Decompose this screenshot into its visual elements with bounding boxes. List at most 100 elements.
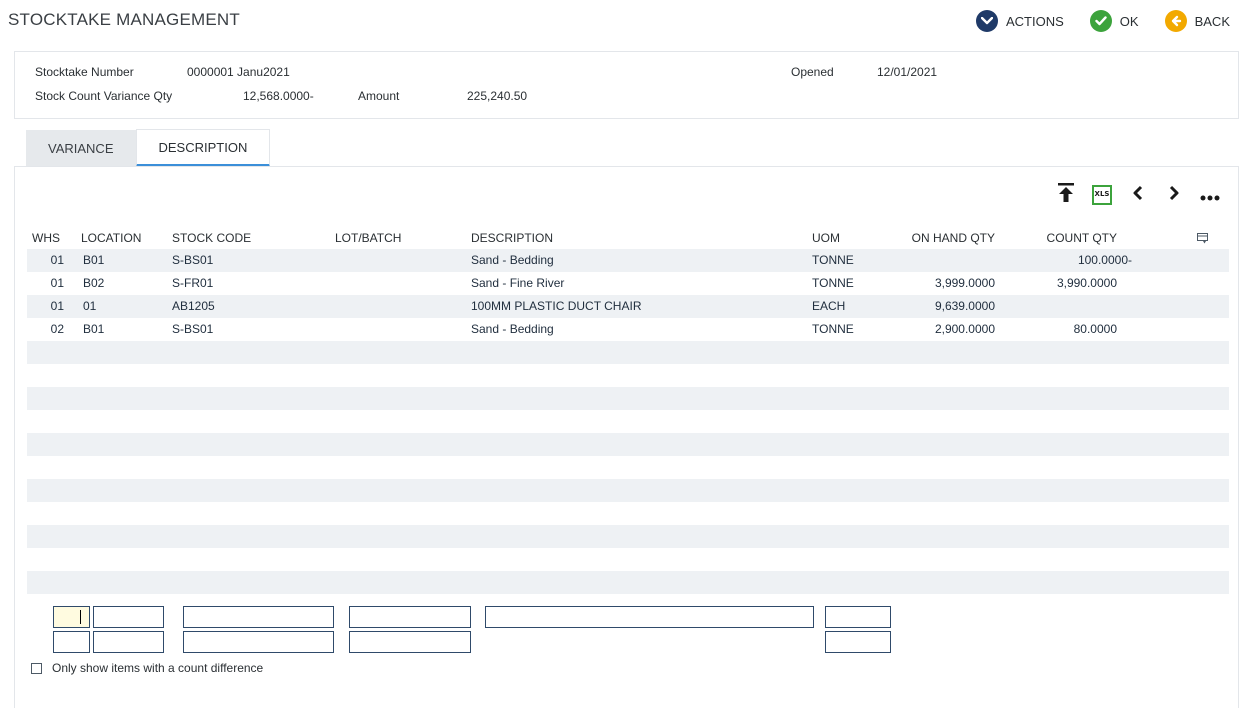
tab-bar: VARIANCE DESCRIPTION <box>26 128 271 167</box>
empty-row <box>27 410 1229 433</box>
cell-count-qty: 80.0000 <box>1073 322 1117 336</box>
ok-label: OK <box>1119 13 1139 29</box>
stocktake-number-value: 0000001 Janu2021 <box>187 65 290 79</box>
stocktake-number-label: Stocktake Number <box>35 65 134 79</box>
col-header-location[interactable]: LOCATION <box>81 231 141 245</box>
variance-qty-value: 12,568.0000- <box>243 89 314 103</box>
cell-location: 01 <box>83 299 97 313</box>
col-header-on-hand-qty[interactable]: ON HAND QTY <box>885 231 995 245</box>
table-row[interactable]: 01 01 AB1205 100MM PLASTIC DUCT CHAIR EA… <box>27 295 1229 318</box>
filter-uom-to-input[interactable] <box>825 631 891 653</box>
filter-stock-code-input[interactable] <box>183 606 334 628</box>
empty-row <box>27 548 1229 571</box>
col-header-whs[interactable]: WHS <box>32 231 64 245</box>
cell-uom: TONNE <box>812 276 854 290</box>
count-difference-checkbox[interactable] <box>31 662 42 674</box>
col-header-uom[interactable]: UOM <box>812 231 840 245</box>
back-label: BACK <box>1194 13 1230 29</box>
table-row[interactable]: 01 B02 S-FR01 Sand - Fine River TONNE 3,… <box>27 272 1229 295</box>
tab-variance[interactable]: VARIANCE <box>26 130 136 167</box>
cell-on-hand-qty: 9,639.0000 <box>934 299 995 313</box>
grid-toolbar: XLS <box>1048 181 1228 209</box>
empty-row <box>27 456 1229 479</box>
empty-row <box>27 433 1229 456</box>
empty-row <box>27 387 1229 410</box>
cell-location: B01 <box>83 253 105 267</box>
empty-row <box>27 502 1229 525</box>
cell-stock-code: S-BS01 <box>172 322 214 336</box>
page-title: STOCKTAKE MANAGEMENT <box>8 10 240 29</box>
table-row[interactable]: 02 B01 S-BS01 Sand - Bedding TONNE 2,900… <box>27 318 1229 341</box>
empty-row <box>27 525 1229 548</box>
col-header-count-qty[interactable]: COUNT QTY <box>1017 231 1117 245</box>
next-icon <box>1168 185 1180 205</box>
amount-value: 225,240.50 <box>467 89 528 103</box>
cell-stock-code: S-FR01 <box>172 276 214 290</box>
xls-export-icon: XLS <box>1092 185 1112 205</box>
cell-uom: TONNE <box>812 253 854 267</box>
chevron-down-icon <box>976 10 998 32</box>
actions-button[interactable]: ACTIONS <box>976 10 1064 32</box>
cell-count-qty: 100.0000- <box>1077 253 1132 267</box>
tab-description[interactable]: DESCRIPTION <box>135 129 271 167</box>
cell-uom: EACH <box>812 299 846 313</box>
move-to-top-button[interactable] <box>1048 181 1084 209</box>
col-header-lot-batch[interactable]: LOT/BATCH <box>335 231 401 245</box>
variance-qty-label: Stock Count Variance Qty <box>35 89 173 103</box>
cell-whs: 02 <box>50 322 64 336</box>
col-header-stock-code[interactable]: STOCK CODE <box>172 231 251 245</box>
cell-description: Sand - Fine River <box>471 276 565 290</box>
empty-row <box>27 479 1229 502</box>
stock-grid: WHS LOCATION STOCK CODE LOT/BATCH DESCRI… <box>27 227 1229 594</box>
previous-button[interactable] <box>1120 181 1156 209</box>
cell-on-hand-qty: 2,900.0000 <box>934 322 995 336</box>
back-button[interactable]: BACK <box>1164 10 1230 32</box>
filter-lot-batch-input[interactable] <box>349 606 471 628</box>
cell-whs: 01 <box>50 299 64 313</box>
filter-stock-code-to-input[interactable] <box>183 631 334 653</box>
empty-row <box>27 364 1229 387</box>
more-icon <box>1200 186 1220 205</box>
xls-export-button[interactable]: XLS <box>1084 181 1120 209</box>
cell-location: B02 <box>83 276 105 290</box>
previous-icon <box>1132 185 1144 205</box>
more-button[interactable] <box>1192 181 1228 209</box>
check-icon <box>1089 10 1112 32</box>
table-row[interactable]: 01 B01 S-BS01 Sand - Bedding TONNE 100.0… <box>27 249 1229 272</box>
filter-location-to-input[interactable] <box>93 631 164 653</box>
main-panel: XLS WHS LOCATION STOCK CODE LOT/BATCH DE… <box>14 166 1239 708</box>
filter-uom-input[interactable] <box>825 606 891 628</box>
amount-label: Amount <box>358 89 400 103</box>
cell-description: Sand - Bedding <box>471 253 554 267</box>
col-header-description[interactable]: DESCRIPTION <box>471 231 553 245</box>
opened-value: 12/01/2021 <box>877 65 938 79</box>
next-button[interactable] <box>1156 181 1192 209</box>
cell-uom: TONNE <box>812 322 854 336</box>
filter-whs-to-input[interactable] <box>53 631 90 653</box>
count-difference-label: Only show items with a count difference <box>52 661 264 675</box>
filter-location-input[interactable] <box>93 606 164 628</box>
cell-location: B01 <box>83 322 105 336</box>
top-bar: STOCKTAKE MANAGEMENT ACTIONS OK BACK <box>0 0 1240 44</box>
grid-header-row: WHS LOCATION STOCK CODE LOT/BATCH DESCRI… <box>27 227 1229 249</box>
cell-count-qty: 3,990.0000 <box>1056 276 1117 290</box>
cell-on-hand-qty: 3,999.0000 <box>934 276 995 290</box>
empty-row <box>27 341 1229 364</box>
top-actions: ACTIONS OK BACK <box>950 10 1230 32</box>
actions-label: ACTIONS <box>1006 13 1064 29</box>
arrow-left-icon <box>1164 10 1187 32</box>
move-to-top-icon <box>1058 183 1074 207</box>
empty-row <box>27 571 1229 594</box>
filter-whs-input[interactable] <box>53 606 90 628</box>
column-chooser-icon[interactable] <box>1197 233 1209 247</box>
opened-label: Opened <box>791 65 834 79</box>
cell-whs: 01 <box>50 276 64 290</box>
filter-description-input[interactable] <box>485 606 814 628</box>
filter-lot-batch-to-input[interactable] <box>349 631 471 653</box>
stocktake-header-panel: Stocktake Number 0000001 Janu2021 Opened… <box>14 51 1239 119</box>
text-caret <box>80 610 81 624</box>
cell-stock-code: AB1205 <box>172 299 215 313</box>
count-difference-filter[interactable]: Only show items with a count difference <box>31 661 263 675</box>
ok-button[interactable]: OK <box>1089 10 1139 32</box>
cell-whs: 01 <box>50 253 64 267</box>
